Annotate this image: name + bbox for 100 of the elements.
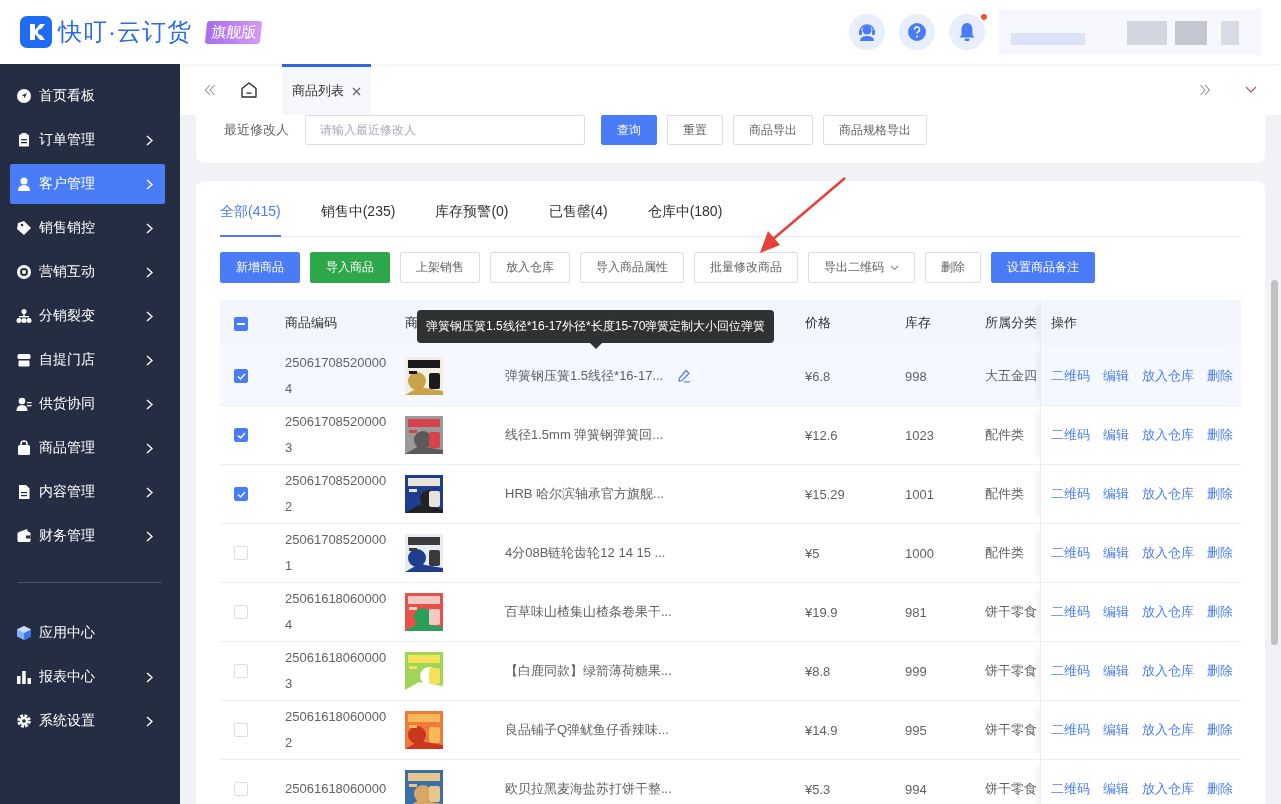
action-button[interactable]: 重置	[667, 115, 723, 145]
close-icon[interactable]	[352, 86, 361, 96]
product-code: 250616180600002	[285, 708, 388, 752]
row-action-link[interactable]: 放入仓库	[1142, 662, 1194, 680]
sidebar-item[interactable]: 供货协同	[10, 384, 165, 424]
row-action-link[interactable]: 编辑	[1103, 544, 1129, 562]
sidebar-item[interactable]: 内容管理	[10, 472, 165, 512]
settings-icon	[16, 713, 32, 729]
product-code: 250616180600003	[285, 649, 388, 693]
row-action-link[interactable]: 放入仓库	[1142, 544, 1194, 562]
sidebar-item[interactable]: 客户管理	[10, 164, 165, 204]
row-action-link[interactable]: 二维码	[1051, 485, 1090, 503]
action-button[interactable]: 放入仓库	[490, 252, 570, 283]
row-action-link[interactable]: 放入仓库	[1142, 485, 1194, 503]
sidebar-item[interactable]: 销售销控	[10, 208, 165, 248]
action-button[interactable]: 新增商品	[220, 252, 300, 283]
row-action-link[interactable]: 删除	[1207, 485, 1233, 503]
sidebar-item[interactable]: 首页看板	[10, 76, 165, 116]
row-checkbox[interactable]	[234, 487, 248, 501]
row-action-link[interactable]: 编辑	[1103, 485, 1129, 503]
row-action-link[interactable]: 编辑	[1103, 662, 1129, 680]
price-text: ¥14.9	[805, 722, 838, 738]
action-button[interactable]: 查询	[601, 115, 657, 145]
action-button[interactable]: 商品规格导出	[823, 115, 927, 145]
row-action-link[interactable]: 删除	[1207, 721, 1233, 739]
row-action-link[interactable]: 编辑	[1103, 603, 1129, 621]
headset-icon	[857, 22, 877, 42]
dropdown-button[interactable]: 导出二维码	[808, 252, 915, 283]
action-button[interactable]: 设置商品备注	[991, 252, 1095, 283]
pencil-icon[interactable]	[677, 369, 692, 383]
row-action-link[interactable]: 放入仓库	[1142, 780, 1194, 798]
row-action-link[interactable]: 二维码	[1051, 780, 1090, 798]
chevron-down-icon[interactable]	[1245, 85, 1257, 94]
action-button[interactable]: 删除	[925, 252, 981, 283]
user-icon	[16, 176, 32, 192]
product-name: 良品铺子Q弹鱿鱼仔香辣味...	[505, 721, 669, 739]
header-checkbox[interactable]	[234, 316, 248, 331]
double-chevron-left-icon[interactable]	[204, 83, 216, 96]
sidebar-item[interactable]: 应用中心	[10, 613, 165, 653]
row-action-link[interactable]: 删除	[1207, 426, 1233, 444]
action-button[interactable]: 商品导出	[733, 115, 813, 145]
row-action-link[interactable]: 删除	[1207, 544, 1233, 562]
sidebar-item[interactable]: 商品管理	[10, 428, 165, 468]
page-tab[interactable]: 商品列表	[282, 64, 371, 115]
input-field[interactable]: 请输入最近修改人	[305, 115, 585, 145]
sidebar-item[interactable]: 订单管理	[10, 120, 165, 160]
row-action-link[interactable]: 编辑	[1103, 367, 1129, 385]
row-action-link[interactable]: 删除	[1207, 780, 1233, 798]
price-text: ¥12.6	[805, 427, 838, 443]
category-text: 饼干零食	[985, 662, 1037, 680]
row-action-link[interactable]: 二维码	[1051, 426, 1090, 444]
row-action-link[interactable]: 放入仓库	[1142, 721, 1194, 739]
price-text: ¥5	[805, 545, 820, 561]
action-button[interactable]: 导入商品属性	[580, 252, 684, 283]
status-tab[interactable]: 销售中(235)	[320, 197, 396, 237]
support-button[interactable]	[849, 14, 885, 50]
row-action-link[interactable]: 删除	[1207, 367, 1233, 385]
row-action-link[interactable]: 删除	[1207, 662, 1233, 680]
double-chevron-right-icon[interactable]	[1199, 83, 1211, 96]
sidebar-item[interactable]: 营销互动	[10, 252, 165, 292]
row-action-link[interactable]: 放入仓库	[1142, 603, 1194, 621]
row-action-link[interactable]: 删除	[1207, 603, 1233, 621]
row-action-link[interactable]: 二维码	[1051, 721, 1090, 739]
sidebar-item[interactable]: 系统设置	[10, 701, 165, 741]
row-action-link[interactable]: 放入仓库	[1142, 426, 1194, 444]
sidebar-item[interactable]: 财务管理	[10, 516, 165, 556]
sidebar-item[interactable]: 报表中心	[10, 657, 165, 697]
action-button[interactable]: 导入商品	[310, 252, 390, 283]
tooltip-arrow	[589, 343, 602, 349]
row-checkbox[interactable]	[234, 428, 248, 442]
help-button[interactable]	[899, 14, 935, 50]
users-icon	[16, 396, 32, 412]
row-action-link[interactable]: 二维码	[1051, 662, 1090, 680]
row-action-link[interactable]: 编辑	[1103, 721, 1129, 739]
status-tab[interactable]: 已售罄(4)	[548, 197, 608, 237]
sidebar-item[interactable]: 自提门店	[10, 340, 165, 380]
notification-button[interactable]	[949, 14, 985, 50]
scrollbar-thumb[interactable]	[1271, 280, 1278, 645]
row-action-link[interactable]: 二维码	[1051, 367, 1090, 385]
product-name: 4分08B链轮齿轮12 14 15 ...	[505, 544, 666, 562]
clipboard-icon	[16, 132, 32, 148]
action-button[interactable]: 上架销售	[400, 252, 480, 283]
status-tab[interactable]: 库存预警(0)	[435, 197, 509, 237]
row-action-link[interactable]: 编辑	[1103, 426, 1129, 444]
stock-text: 1000	[905, 545, 934, 561]
action-button[interactable]: 批量修改商品	[694, 252, 798, 283]
price-text: ¥15.29	[805, 486, 845, 502]
row-action-link[interactable]: 编辑	[1103, 780, 1129, 798]
logo-icon	[20, 16, 52, 48]
column-header: 所属分类	[985, 315, 1037, 332]
status-tab[interactable]: 全部(415)	[220, 197, 281, 237]
product-name: 欧贝拉黑麦海盐苏打饼干整...	[505, 780, 672, 798]
home-icon[interactable]	[240, 80, 258, 99]
row-action-link[interactable]: 放入仓库	[1142, 367, 1194, 385]
status-tab[interactable]: 仓库中(180)	[647, 197, 723, 237]
product-code: 250616180600004	[285, 590, 388, 634]
row-action-link[interactable]: 二维码	[1051, 603, 1090, 621]
row-checkbox[interactable]	[234, 369, 248, 383]
row-action-link[interactable]: 二维码	[1051, 544, 1090, 562]
sidebar-item[interactable]: 分销裂变	[10, 296, 165, 336]
